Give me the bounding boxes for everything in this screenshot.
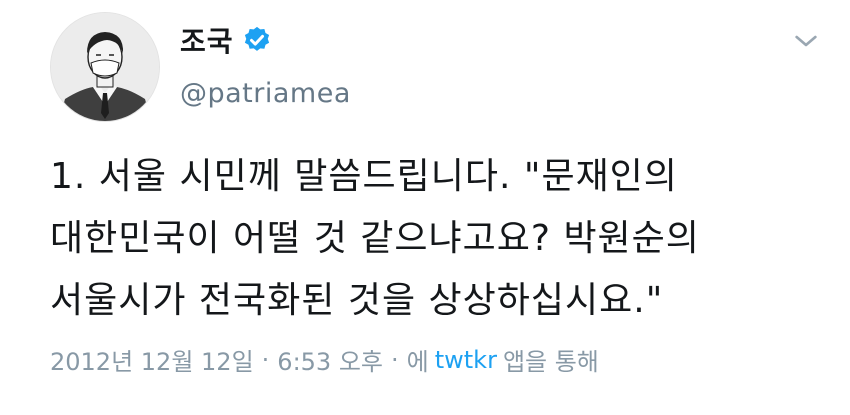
tweet-text-line: 대한민국이 어떨 것 같으냐고요? 박원순의 — [50, 218, 700, 259]
meta-separator: · — [261, 345, 270, 374]
tweet-time[interactable]: 6:53 오후 — [277, 342, 383, 377]
tweet-text: 1. 서울 시민께 말씀드립니다. "문재인의 대한민국이 어떨 것 같으냐고요… — [50, 146, 830, 332]
verified-badge-icon — [242, 25, 272, 55]
tweet-card: 조국 @patriamea 1. 서울 시민께 말씀드립니다. "문재인의 대한… — [0, 0, 850, 415]
tweet-text-line: 1. 서울 시민께 말씀드립니다. "문재인의 — [50, 156, 678, 197]
tweet-date[interactable]: 2012년 12월 12일 — [50, 342, 254, 377]
via-prefix: 에 — [406, 348, 429, 376]
tweet-meta: 2012년 12월 12일 · 6:53 오후 · 에 twtkr 앱을 통해 — [50, 342, 599, 377]
chevron-down-icon[interactable] — [790, 25, 822, 57]
author-handle[interactable]: @patriamea — [180, 78, 351, 109]
author-display-name[interactable]: 조국 — [180, 20, 234, 60]
avatar[interactable] — [50, 12, 160, 122]
meta-separator: · — [390, 345, 399, 374]
tweet-text-line: 서울시가 전국화된 것을 상상하십시요." — [50, 280, 664, 321]
source-app-link[interactable]: twtkr — [435, 346, 497, 374]
author-row: 조국 — [180, 20, 272, 60]
caricature-avatar-icon — [51, 13, 159, 121]
via-suffix: 앱을 통해 — [502, 348, 599, 376]
